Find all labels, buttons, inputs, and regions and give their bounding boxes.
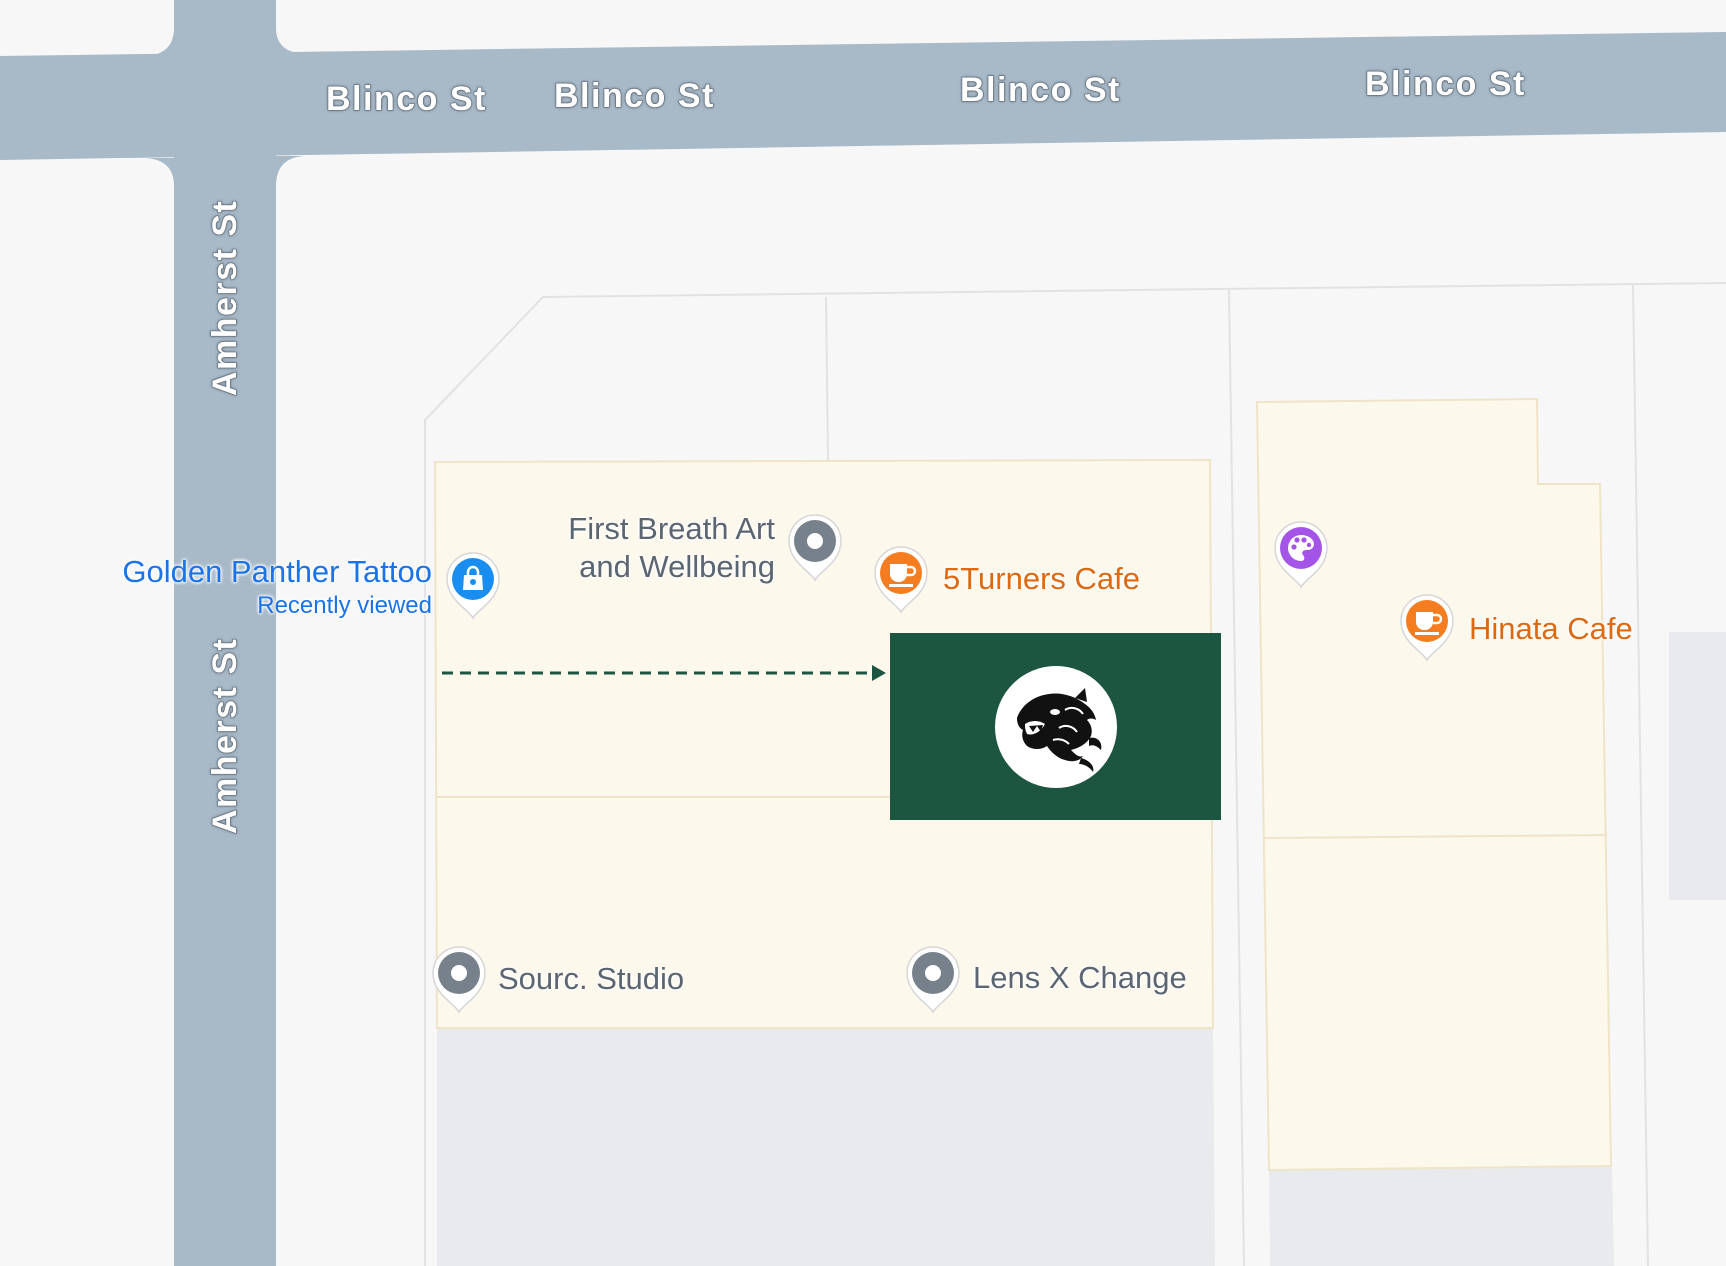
place-label-5turners-cafe[interactable]: 5Turners Cafe [943,560,1140,598]
place-name-line1: First Breath Art [568,511,775,546]
place-name-line2: and Wellbeing [579,549,775,584]
street-label-amherst-st: Amherst St [205,199,244,397]
highlight-overlay[interactable] [890,633,1221,820]
place-label-first-breath[interactable]: First Breath Art and Wellbeing [568,510,775,586]
building [1255,397,1613,1172]
street-label-blinco-st: Blinco St [959,70,1121,109]
street-label-blinco-st: Blinco St [1364,64,1526,103]
place-label-hinata-cafe[interactable]: Hinata Cafe [1469,610,1633,648]
map-view[interactable]: Blinco St Blinco St Blinco St Blinco St … [0,0,1726,1266]
parcel-line [1228,289,1245,1266]
place-name: Golden Panther Tattoo [122,554,432,589]
parcel-line [1632,283,1649,1266]
map-base-layer [0,0,1726,1266]
lot-area [1669,632,1726,900]
logo-badge [995,666,1117,788]
parcel-line [825,296,829,461]
road-corner [276,0,304,54]
lot-area [437,1028,1215,1266]
parcel-line [542,282,1726,298]
lot-area [1269,1166,1614,1266]
place-pin-icon[interactable] [785,510,845,582]
road-corner [146,0,174,56]
place-pin-icon[interactable] [429,942,489,1014]
place-pin-icon[interactable] [903,942,963,1014]
coffee-cup-icon[interactable] [1397,590,1457,662]
coffee-cup-icon[interactable] [871,542,931,614]
road-corner [276,156,304,186]
road-amherst-st [174,0,276,1266]
place-label-lens-x-change[interactable]: Lens X Change [973,959,1187,997]
place-label-sourc-studio[interactable]: Sourc. Studio [498,960,684,998]
street-label-blinco-st: Blinco St [553,76,715,115]
street-label-blinco-st: Blinco St [325,79,487,118]
shopping-bag-icon[interactable] [443,548,503,620]
recently-viewed-label: Recently viewed [257,592,432,619]
place-label-golden-panther-tattoo[interactable]: Golden Panther Tattoo Recently viewed [122,553,432,621]
panther-head-icon [1017,688,1102,772]
road-corner [146,158,174,186]
palette-icon[interactable] [1271,517,1331,589]
street-label-amherst-st: Amherst St [205,637,244,835]
